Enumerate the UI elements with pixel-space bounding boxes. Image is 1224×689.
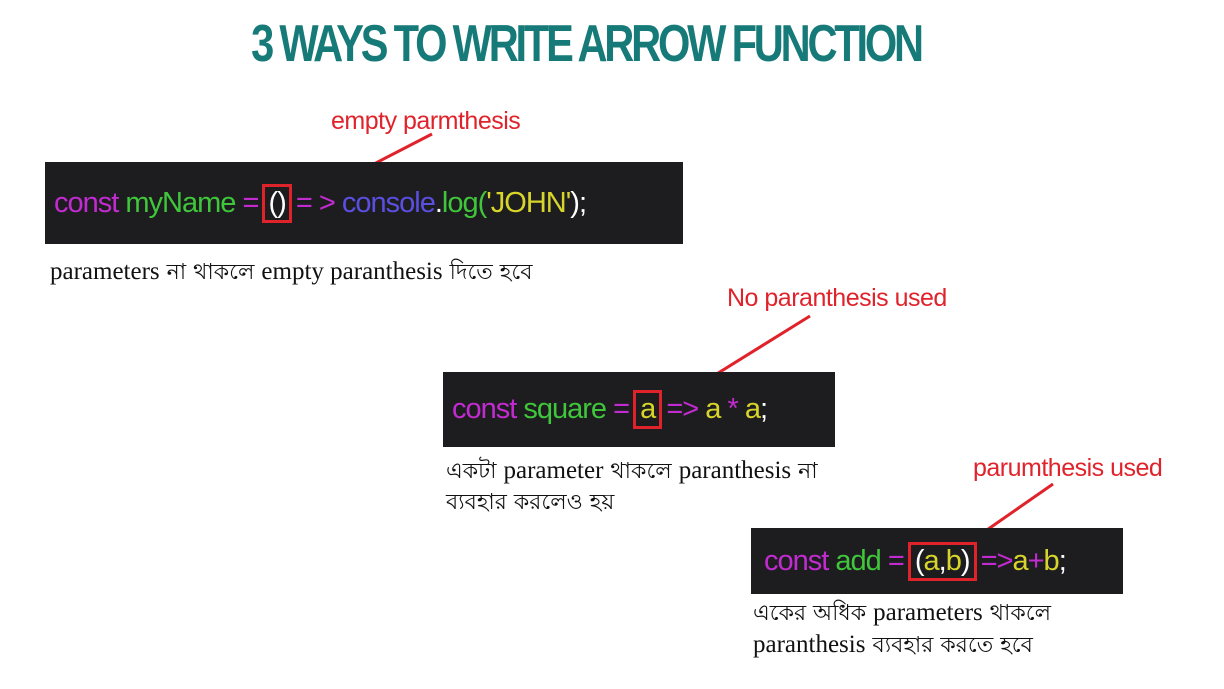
code-keyword: const (54, 186, 119, 219)
code-console: console (341, 186, 436, 219)
code-identifier: myName (125, 186, 236, 219)
code-param: a (705, 393, 721, 425)
note-text: থাকলে (982, 601, 1052, 626)
code-dot: . (434, 186, 443, 219)
annotation-line-3 (983, 482, 1054, 534)
code-equals: = (613, 393, 630, 425)
code-string: 'JOHN' (486, 186, 571, 219)
code-params-highlight: a (633, 390, 663, 429)
code-arrow: => (666, 393, 699, 425)
note-text: ব্যবহার করতে হবে (865, 633, 1033, 658)
note-text: ব্যবহার করলেও হয় (446, 490, 615, 515)
note-text: paranthesis (678, 457, 792, 484)
code-block-square: const square = a => a * a; (443, 372, 835, 447)
code-identifier: square (523, 393, 607, 425)
note-text: empty paranthesis (261, 258, 443, 285)
code-identifier: add (835, 544, 881, 577)
code-param: b (945, 544, 962, 577)
code-paren-close: ) (960, 544, 971, 577)
note-text: দিতে হবে (442, 260, 533, 285)
annotation-parenthesis-used: parumthesis used (973, 454, 1163, 482)
code-end: ; (1058, 544, 1067, 577)
code-keyword: const (764, 544, 829, 577)
note-text: parameter (503, 457, 604, 484)
code-comma: , (938, 544, 947, 577)
code-arrow: => (980, 544, 1014, 577)
annotation-no-parenthesis: No paranthesis used (727, 284, 947, 312)
code-log: log( (441, 186, 487, 219)
code-end: ); (570, 186, 587, 219)
code-arrow: = > (295, 186, 336, 219)
annotation-empty-parenthesis: empty parmthesis (331, 107, 521, 135)
note-text: একটা (446, 459, 504, 484)
code-param: a (923, 544, 940, 577)
code-param: a (1012, 544, 1028, 577)
note-text: parameters (50, 258, 160, 285)
code-paren-open: ( (914, 544, 925, 577)
code-block-my-name: const myName = () = > console.log('JOHN'… (45, 162, 683, 244)
code-params-highlight: () (262, 183, 292, 223)
note-text: না (791, 459, 818, 484)
code-equals: = (242, 186, 259, 219)
code-block-add: const add = (a,b) =>a+b; (751, 528, 1123, 594)
code-operator: * (727, 393, 738, 425)
note-text: না থাকলে (159, 260, 262, 285)
code-param: a (744, 393, 761, 425)
code-param: b (1043, 544, 1060, 577)
note-text: থাকলে (603, 459, 679, 484)
note-text: parameters (873, 599, 983, 626)
note-text: paranthesis (753, 631, 866, 658)
note-parenthesis-used: একের অধিক parameters থাকলে paranthesis ব… (753, 597, 1051, 661)
code-operator: + (1027, 544, 1045, 577)
note-no-parenthesis: একটা parameter থাকলে paranthesis না ব্যব… (446, 455, 818, 518)
code-keyword: const (452, 393, 517, 425)
code-params-highlight: (a,b) (907, 541, 977, 581)
note-empty-parenthesis: parameters না থাকলে empty paranthesis দি… (50, 256, 532, 288)
code-end: ; (759, 393, 768, 425)
code-equals: = (887, 544, 905, 577)
note-text: একের অধিক (753, 601, 874, 626)
